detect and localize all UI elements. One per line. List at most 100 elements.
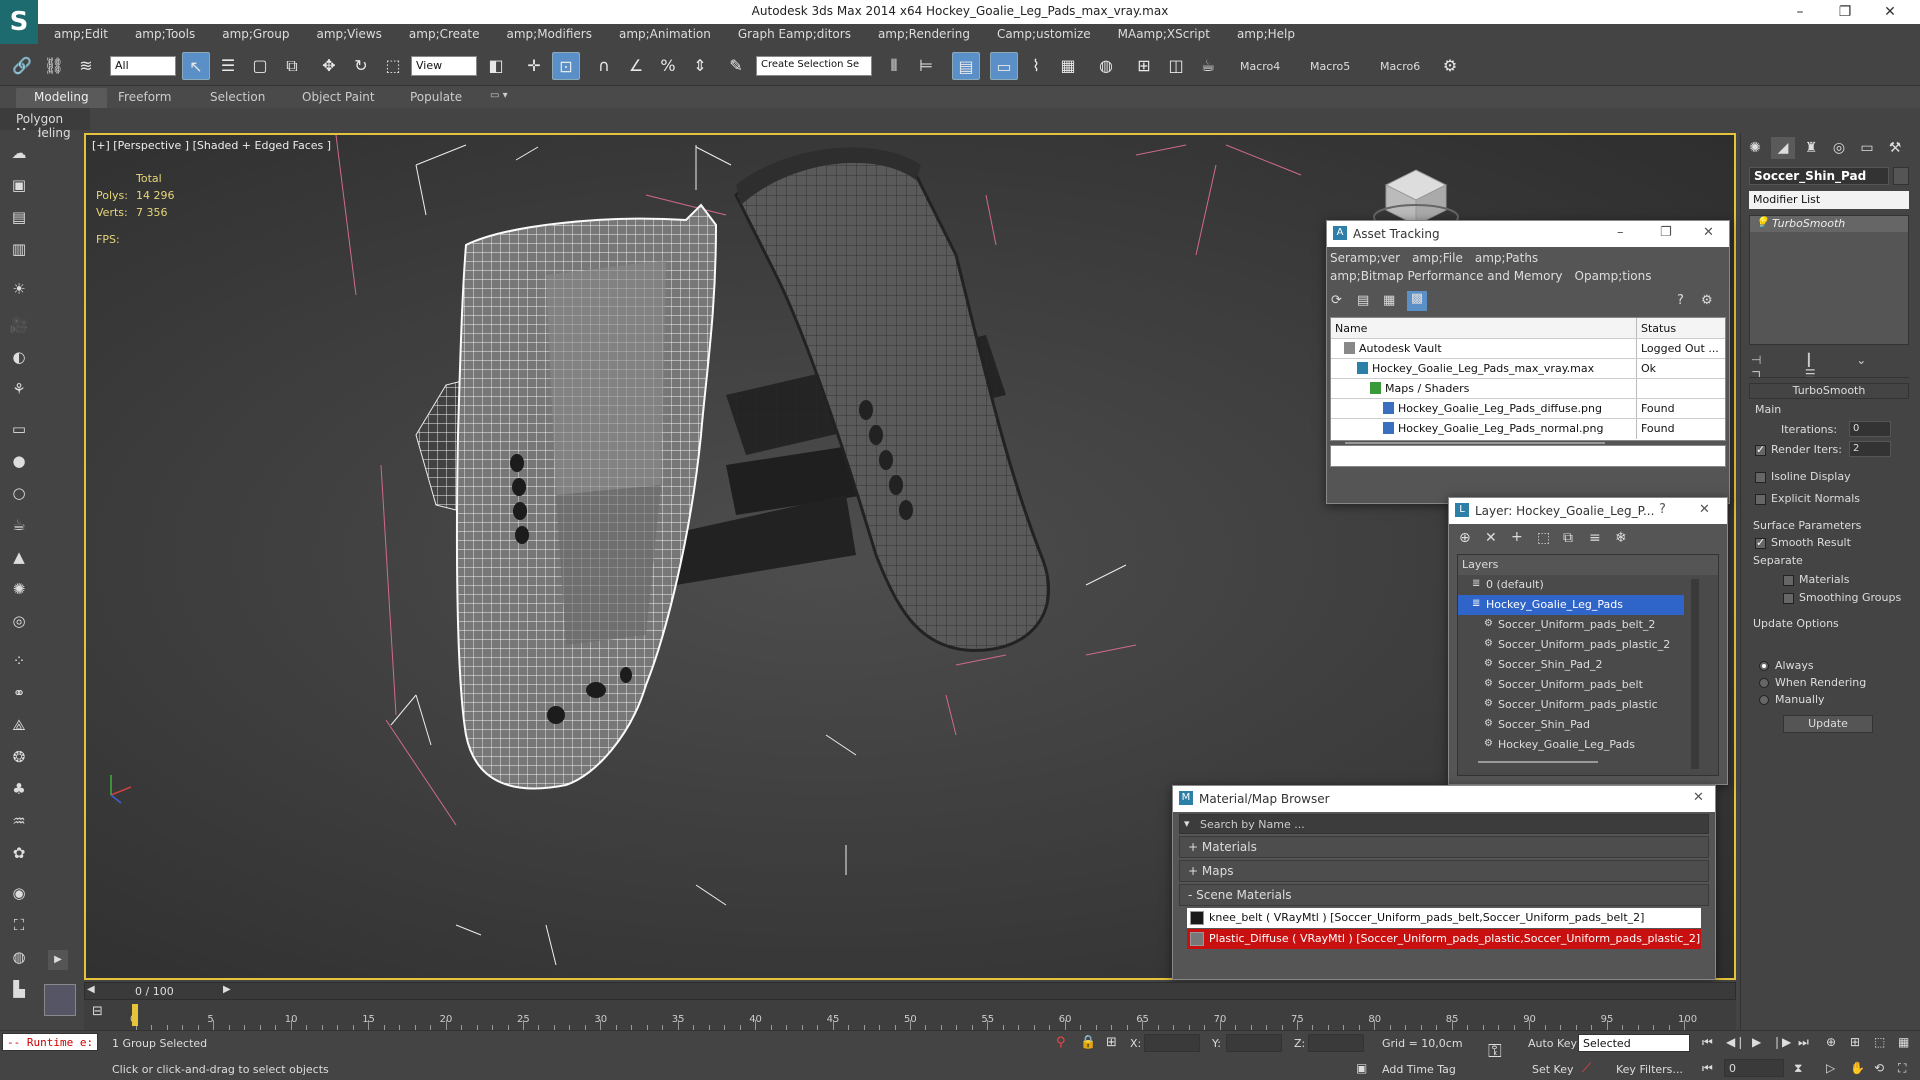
particles-icon[interactable]: ⁘ <box>5 648 33 674</box>
app-logo-icon[interactable]: S <box>0 0 38 44</box>
rollout-turbosmooth[interactable]: TurboSmooth <box>1749 383 1909 399</box>
zoom-extents-all-icon[interactable]: ▦ <box>1898 1035 1909 1049</box>
ribbon-toggle-icon[interactable]: ▭ <box>990 52 1018 80</box>
material-search-bar[interactable]: ▾ Search by Name ... <box>1179 814 1709 834</box>
material-browser-close-button[interactable]: ✕ <box>1693 790 1704 805</box>
helpers-icon[interactable]: ◐ <box>5 344 33 370</box>
x-coordinate-field[interactable] <box>1144 1034 1200 1052</box>
settings-gear-icon[interactable]: ⚙ <box>1436 52 1464 80</box>
time-config-icon[interactable]: ⧗ <box>1794 1061 1802 1076</box>
asset-close-button[interactable]: ✕ <box>1703 225 1714 240</box>
asset-row[interactable]: Autodesk Vault Logged Out ... <box>1331 338 1725 359</box>
asset-menu-paths[interactable]: amp;Paths <box>1475 251 1538 265</box>
asset-menu-file[interactable]: amp;File <box>1412 251 1463 265</box>
sun-icon[interactable]: ✺ <box>5 576 33 602</box>
bulb-icon[interactable]: 💡 <box>1755 216 1769 229</box>
goto-end-icon[interactable]: ⏭ <box>1798 1035 1809 1050</box>
absolute-mode-icon[interactable]: ⊞ <box>1106 1035 1117 1050</box>
snap-3d-icon[interactable]: ∩ <box>590 52 618 80</box>
ribbon-options-icon[interactable]: ▭ ▾ <box>490 90 508 101</box>
layer-close-button[interactable]: ✕ <box>1699 502 1710 517</box>
layer-title-bar[interactable]: L Layer: Hockey_Goalie_Leg_P... ? ✕ <box>1449 498 1727 524</box>
edit-named-sets-icon[interactable]: ✎ <box>722 52 750 80</box>
asset-menu-bitmap[interactable]: amp;Bitmap Performance and Memory <box>1330 269 1563 283</box>
compound-icon[interactable]: ⟁ <box>5 712 33 738</box>
hair-icon[interactable]: ♒ <box>5 808 33 834</box>
group-maps[interactable]: + Maps <box>1179 860 1709 882</box>
layer-row[interactable]: ⚙ Soccer_Uniform_pads_plastic_2 <box>1458 635 1684 655</box>
list-icon[interactable]: ▤ <box>5 204 33 230</box>
viewport-label[interactable]: [+] [Perspective ] [Shaded + Edged Faces… <box>92 139 331 152</box>
foliage-icon[interactable]: ♣ <box>5 776 33 802</box>
render-iters-spinner[interactable]: 2 <box>1849 441 1891 457</box>
close-button[interactable]: ✕ <box>1870 2 1910 22</box>
iterations-spinner[interactable]: 0 <box>1849 421 1891 437</box>
menu-group[interactable]: amp;Group <box>206 24 300 41</box>
curve-editor-icon[interactable]: ⌇ <box>1022 52 1050 80</box>
group-scene-materials[interactable]: - Scene Materials <box>1179 884 1709 906</box>
grid-view-icon[interactable]: ▩ <box>1407 291 1427 311</box>
zoom-icon[interactable]: ⊕ <box>1826 1035 1836 1049</box>
selection-filter-dropdown[interactable]: All <box>110 56 176 76</box>
material-browser-title-bar[interactable]: M Material/Map Browser ✕ <box>1173 786 1715 812</box>
key-mode-toggle-icon[interactable]: ⏮ <box>1702 1061 1713 1076</box>
asset-tracking-title-bar[interactable]: A Asset Tracking – ❐ ✕ <box>1327 221 1729 247</box>
asset-row[interactable]: Hockey_Goalie_Leg_Pads_normal.png Found <box>1331 418 1725 439</box>
create-tab-icon[interactable]: ✺ <box>1743 137 1767 159</box>
asset-maximize-button[interactable]: ❐ <box>1660 225 1672 240</box>
group-materials[interactable]: + Materials <box>1179 836 1709 858</box>
plane-icon[interactable]: ▭ <box>5 416 33 442</box>
set-key-button[interactable]: Set Key <box>1532 1063 1574 1076</box>
asset-row[interactable]: Hockey_Goalie_Leg_Pads_max_vray.max Ok <box>1331 358 1725 379</box>
add-time-tag[interactable]: Add Time Tag <box>1382 1063 1456 1076</box>
update-when-rendering-radio[interactable] <box>1759 678 1769 688</box>
layer-row[interactable]: ≣ 0 (default) <box>1458 575 1684 595</box>
rotate-icon[interactable]: ↻ <box>347 52 375 80</box>
layer-help-button[interactable]: ? <box>1659 502 1666 517</box>
trackbar-toggle-icon[interactable]: ⊟ <box>92 1004 103 1019</box>
globe-icon[interactable]: ◍ <box>5 944 33 970</box>
menu-tools[interactable]: amp;Tools <box>119 24 206 41</box>
layer-row[interactable]: ⚙ Soccer_Shin_Pad_2 <box>1458 655 1684 675</box>
layer-explorer-icon[interactable]: ▤ <box>952 52 980 80</box>
time-cursor[interactable] <box>132 1004 138 1026</box>
tab-populate[interactable]: Populate <box>410 90 462 104</box>
orbit-icon[interactable]: ⟲ <box>1874 1061 1884 1075</box>
render-iters-checkbox[interactable] <box>1755 443 1766 456</box>
select-object-icon[interactable]: ↖ <box>182 52 210 80</box>
percent-snap-icon[interactable]: % <box>654 52 682 80</box>
maxscript-listener[interactable]: -- Runtime e: <box>2 1033 98 1051</box>
menu-customize[interactable]: Camp;ustomize <box>981 24 1102 41</box>
keyboard-shortcut-icon[interactable]: ⊡ <box>552 52 580 80</box>
named-selection-input[interactable]: Create Selection Se <box>756 56 872 76</box>
stack-tools[interactable]: ⊣ ┃ ⌄ ⊐ ☰ <box>1751 353 1911 381</box>
tab-freeform[interactable]: Freeform <box>118 90 171 104</box>
layer-row[interactable]: ⚙ Soccer_Uniform_pads_belt_2 <box>1458 615 1684 635</box>
layer-row[interactable]: ⚙ Soccer_Uniform_pads_belt <box>1458 675 1684 695</box>
object-name-field[interactable]: Soccer_Shin_Pad <box>1749 167 1889 185</box>
auto-key-button[interactable]: Auto Key <box>1528 1037 1577 1050</box>
track-bar[interactable]: 0510152025303540455055606570758085909510… <box>84 1000 1736 1030</box>
y-coordinate-field[interactable] <box>1226 1034 1282 1052</box>
menu-help[interactable]: amp;Help <box>1221 24 1306 41</box>
spacewarp-icon[interactable]: ❂ <box>5 744 33 770</box>
mirror-icon[interactable]: ⫴ <box>880 52 908 80</box>
lock-selection-icon[interactable]: 🔒 <box>1080 1035 1096 1050</box>
ball-icon[interactable]: ◉ <box>5 880 33 906</box>
lights-icon[interactable]: ☀ <box>5 276 33 302</box>
prev-frame-icon[interactable]: ◀❘ <box>1726 1035 1745 1049</box>
macro5-button[interactable]: Macro5 <box>1310 60 1350 73</box>
help-icon[interactable]: ? <box>1677 293 1684 308</box>
sphere-icon[interactable]: ● <box>5 448 33 474</box>
systems-icon[interactable]: ⚘ <box>5 376 33 402</box>
layers-icon[interactable]: ▥ <box>5 236 33 262</box>
col-name-header[interactable]: Name <box>1335 322 1367 335</box>
manipulate-icon[interactable]: ✛ <box>520 52 548 80</box>
time-prev-icon[interactable]: ◀ <box>87 984 95 995</box>
current-frame-field[interactable]: 0 <box>1724 1059 1784 1077</box>
next-frame-icon[interactable]: ❘▶ <box>1772 1035 1791 1049</box>
scene-material-item[interactable]: Plastic_Diffuse ( VRayMtl ) [Soccer_Unif… <box>1187 929 1701 949</box>
key-filters-button[interactable]: Key Filters... <box>1616 1063 1683 1076</box>
play-icon[interactable]: ▶ <box>1752 1035 1761 1049</box>
menu-animation[interactable]: amp;Animation <box>603 24 722 41</box>
